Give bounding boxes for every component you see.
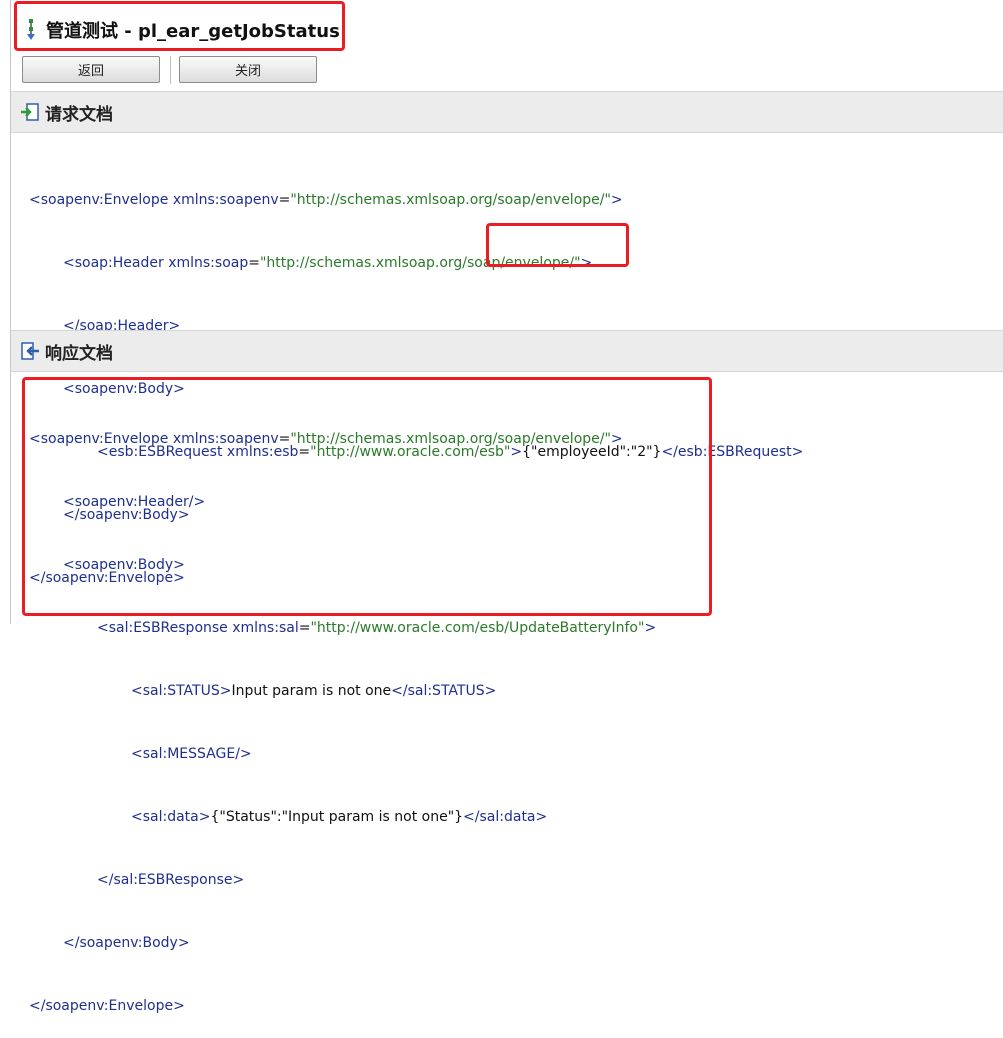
response-document-header: 响应文档 [11, 330, 1003, 372]
response-line-7: <sal:data>{"Status":"Input param is not … [131, 809, 548, 825]
response-line-8: </sal:ESBResponse> [97, 872, 245, 888]
response-line-4: <sal:ESBResponse xmlns:sal="http://www.o… [97, 620, 657, 636]
request-document-title: 请求文档 [45, 104, 113, 125]
response-line-6: <sal:MESSAGE/> [131, 746, 252, 762]
response-export-icon [21, 342, 39, 360]
request-document-header: 请求文档 [11, 91, 1003, 133]
toolbar-divider [170, 56, 171, 84]
request-line-1: <soapenv:Envelope xmlns:soapenv="http://… [29, 192, 623, 208]
response-line-5: <sal:STATUS>Input param is not one</sal:… [131, 683, 497, 699]
request-payload-highlight-box [486, 223, 629, 267]
title-highlight-box [14, 1, 345, 51]
close-button[interactable]: 关闭 [179, 56, 317, 83]
back-button[interactable]: 返回 [22, 56, 160, 83]
response-line-10: </soapenv:Envelope> [29, 998, 185, 1014]
response-highlight-box [22, 377, 712, 616]
response-document-title: 响应文档 [45, 343, 113, 364]
response-line-9: </soapenv:Body> [63, 935, 190, 951]
request-line-2: <soap:Header xmlns:soap="http://schemas.… [63, 255, 593, 271]
request-import-icon [21, 103, 39, 121]
